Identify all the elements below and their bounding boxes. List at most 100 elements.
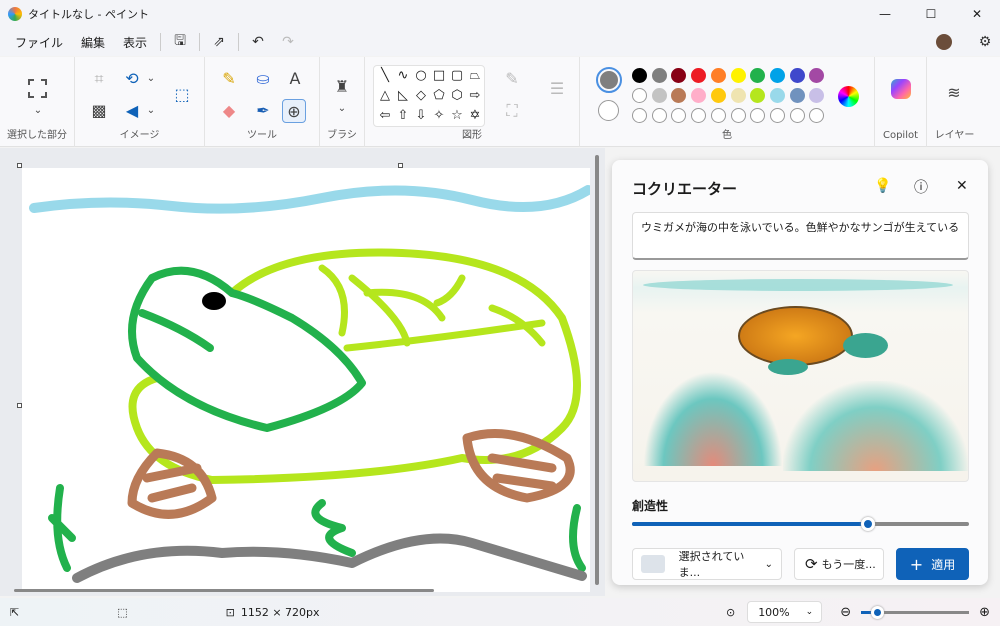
color-swatch[interactable] bbox=[671, 68, 687, 83]
custom-color-slot[interactable] bbox=[671, 108, 687, 123]
color-swatch[interactable] bbox=[730, 68, 746, 83]
color-swatch[interactable] bbox=[789, 88, 805, 103]
avatar[interactable] bbox=[936, 34, 952, 50]
color-swatch[interactable] bbox=[651, 88, 667, 103]
layers-icon[interactable]: ≋ bbox=[942, 81, 966, 105]
shape-item[interactable]: ⬡ bbox=[448, 86, 466, 106]
text-icon[interactable]: A bbox=[283, 67, 307, 91]
chevron-down-icon[interactable]: ⌄ bbox=[139, 67, 163, 91]
custom-color-slot[interactable] bbox=[651, 108, 667, 123]
custom-color-slot[interactable] bbox=[710, 108, 726, 123]
vertical-scrollbar[interactable] bbox=[595, 155, 599, 585]
drawing-canvas[interactable] bbox=[22, 168, 590, 592]
magnifier-icon[interactable]: ⊕ bbox=[282, 99, 306, 123]
shape-item[interactable]: □ bbox=[430, 66, 448, 86]
color-swatch[interactable] bbox=[691, 88, 707, 103]
chevron-down-icon[interactable]: ⌄ bbox=[26, 99, 50, 123]
resize-image-icon[interactable]: ⬚ bbox=[170, 83, 194, 107]
zoom-out-icon[interactable]: ⊖ bbox=[840, 605, 851, 620]
color-swatch[interactable] bbox=[691, 68, 707, 83]
pencil-icon[interactable]: ✎ bbox=[217, 67, 241, 91]
custom-color-slot[interactable] bbox=[632, 108, 647, 123]
undo-icon[interactable]: ↶ bbox=[243, 34, 273, 50]
shape-item[interactable]: △ bbox=[376, 86, 394, 106]
settings-gear-icon[interactable]: ⚙ bbox=[970, 34, 1000, 50]
shape-item[interactable]: ▢ bbox=[448, 66, 466, 86]
chevron-down-icon[interactable]: ⌄ bbox=[139, 99, 163, 123]
color-swatch[interactable] bbox=[710, 68, 726, 83]
fill-bucket-icon[interactable]: ⛀ bbox=[251, 67, 275, 91]
eraser-icon[interactable]: ◆ bbox=[217, 99, 241, 123]
shape-item[interactable]: ✡ bbox=[466, 106, 484, 126]
shape-item[interactable]: ◺ bbox=[394, 86, 412, 106]
select-rect-icon[interactable] bbox=[28, 79, 47, 98]
color-swatch[interactable] bbox=[769, 88, 785, 103]
info-icon[interactable]: ⓘ bbox=[914, 177, 928, 197]
remove-background-icon[interactable]: ▩ bbox=[87, 99, 111, 123]
shape-item[interactable]: ∿ bbox=[394, 66, 412, 86]
save-icon[interactable]: 🖫 bbox=[165, 30, 195, 54]
color-swatch[interactable] bbox=[809, 68, 825, 83]
share-icon[interactable]: ⇗ bbox=[204, 34, 234, 50]
shape-item[interactable]: ☆ bbox=[448, 106, 466, 126]
zoom-in-icon[interactable]: ⊕ bbox=[979, 605, 990, 620]
color-swatch[interactable] bbox=[769, 68, 785, 83]
menu-edit[interactable]: 編集 bbox=[72, 30, 114, 55]
shape-item[interactable]: ⇨ bbox=[466, 86, 484, 106]
color-swatch[interactable] bbox=[809, 88, 825, 103]
color-swatch[interactable] bbox=[789, 68, 805, 83]
style-select[interactable]: 選択されていま... ⌄ bbox=[632, 548, 782, 580]
color-swatch[interactable] bbox=[730, 88, 746, 103]
shape-item[interactable]: ⇦ bbox=[376, 106, 394, 126]
custom-color-slot[interactable] bbox=[691, 108, 707, 123]
custom-color-slot[interactable] bbox=[769, 108, 785, 123]
custom-color-slot[interactable] bbox=[809, 108, 825, 123]
shape-item[interactable]: ⇩ bbox=[412, 106, 430, 126]
color-swatch[interactable] bbox=[750, 88, 766, 103]
menu-view[interactable]: 表示 bbox=[114, 30, 156, 55]
shape-item[interactable]: ⇧ bbox=[394, 106, 412, 126]
custom-color-slot[interactable] bbox=[789, 108, 805, 123]
menu-file[interactable]: ファイル bbox=[6, 30, 72, 55]
color-swatch[interactable] bbox=[632, 88, 647, 103]
stroke-size-icon[interactable]: ☰ bbox=[545, 77, 569, 101]
retry-button[interactable]: ⟳ もう一度... bbox=[794, 548, 884, 580]
color-swatch[interactable] bbox=[671, 88, 687, 103]
color-swatch[interactable] bbox=[710, 88, 726, 103]
chevron-down-icon[interactable]: ⌄ bbox=[330, 97, 354, 121]
horizontal-scrollbar[interactable] bbox=[14, 589, 434, 592]
copilot-icon[interactable] bbox=[891, 79, 911, 99]
color-swatch[interactable] bbox=[750, 68, 766, 83]
creativity-slider[interactable] bbox=[632, 517, 969, 531]
custom-color-slot[interactable] bbox=[730, 108, 746, 123]
maximize-button[interactable]: ☐ bbox=[908, 7, 954, 21]
zoom-slider[interactable] bbox=[861, 605, 970, 619]
zoom-select[interactable]: 100% ⌄ bbox=[747, 601, 823, 623]
generated-image[interactable] bbox=[632, 270, 969, 482]
shape-item[interactable]: ○ bbox=[412, 66, 430, 86]
edit-colors-icon[interactable] bbox=[838, 86, 859, 107]
shape-item[interactable]: ⬠ bbox=[430, 86, 448, 106]
outline-icon[interactable]: ✎ bbox=[500, 67, 524, 91]
custom-color-slot[interactable] bbox=[750, 108, 766, 123]
shape-item[interactable]: ╲ bbox=[376, 66, 394, 86]
zoom-slider-thumb[interactable] bbox=[871, 605, 885, 619]
minimize-button[interactable]: — bbox=[862, 7, 908, 21]
brush-icon[interactable]: ♜ bbox=[330, 75, 354, 99]
close-button[interactable]: ✕ bbox=[954, 7, 1000, 21]
apply-button[interactable]: + 適用 bbox=[896, 548, 969, 580]
redo-icon[interactable]: ↷ bbox=[273, 34, 303, 50]
slider-thumb[interactable] bbox=[860, 517, 875, 531]
color-swatch[interactable] bbox=[651, 68, 667, 83]
shape-item[interactable]: ✧ bbox=[430, 106, 448, 126]
secondary-color[interactable] bbox=[598, 100, 619, 121]
prompt-input[interactable]: ウミガメが海の中を泳いでいる。色鮮やかなサンゴが生えている bbox=[632, 212, 969, 260]
color-swatch[interactable] bbox=[632, 68, 647, 83]
shape-item[interactable]: ⏢ bbox=[466, 66, 484, 86]
shapes-gallery[interactable]: ╲ ∿ ○ □ ▢ ⏢ △ ◺ ◇ ⬠ ⬡ ⇨ ⇦ ⇧ ⇩ ✧ ☆ ✡ bbox=[373, 65, 485, 127]
shape-item[interactable]: ◇ bbox=[412, 86, 430, 106]
primary-color[interactable] bbox=[596, 67, 622, 93]
color-picker-icon[interactable]: ✒ bbox=[251, 99, 275, 123]
fit-to-window-icon[interactable]: ⊙ bbox=[726, 606, 735, 619]
shape-fill-icon[interactable]: ⛶ bbox=[500, 99, 524, 123]
